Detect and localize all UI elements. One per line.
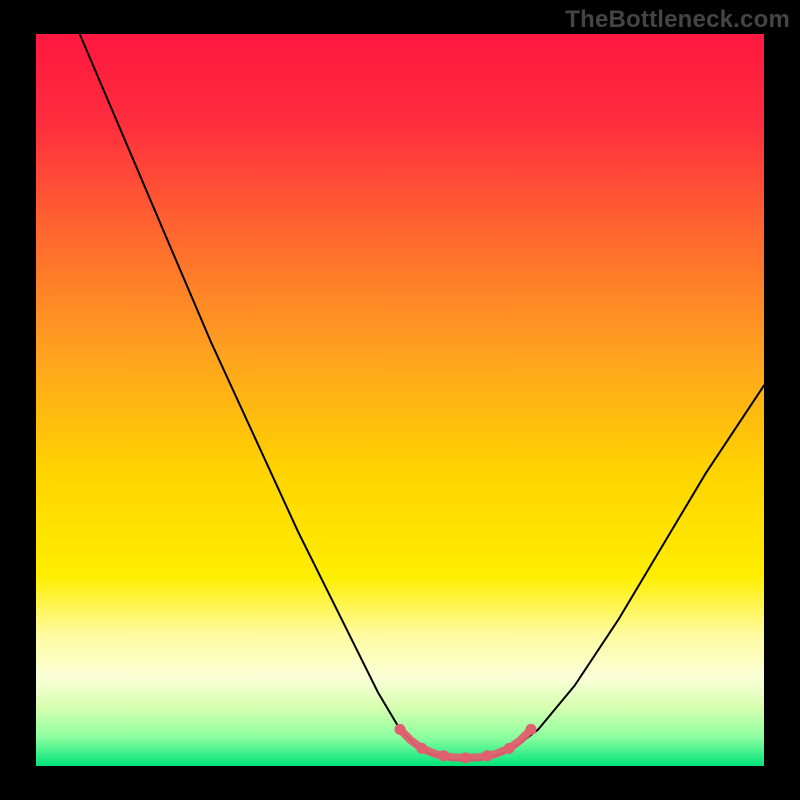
watermark-label: TheBottleneck.com bbox=[565, 6, 790, 34]
optimal-dot bbox=[395, 724, 406, 735]
chart-stage: TheBottleneck.com bbox=[0, 0, 800, 800]
bottleneck-chart bbox=[0, 0, 800, 800]
optimal-dot bbox=[526, 724, 537, 735]
plot-background bbox=[36, 34, 764, 766]
optimal-dot bbox=[504, 743, 515, 754]
optimal-dot bbox=[482, 750, 493, 761]
optimal-dot bbox=[438, 750, 449, 761]
optimal-dot bbox=[460, 752, 471, 763]
optimal-dot bbox=[416, 743, 427, 754]
